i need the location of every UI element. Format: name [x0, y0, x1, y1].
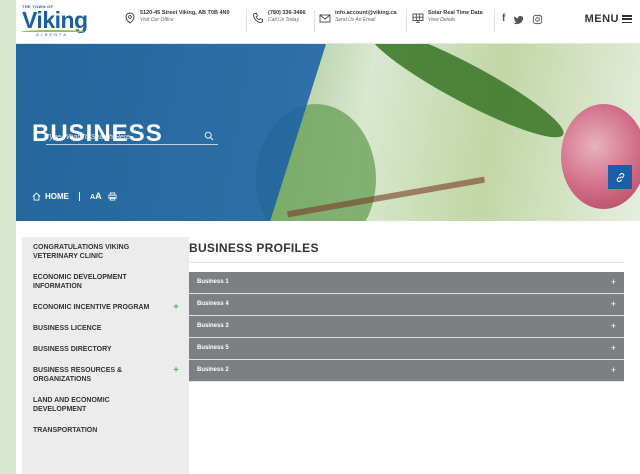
accordion-item-label: Business 5	[197, 345, 229, 351]
expand-icon: +	[610, 299, 616, 309]
email-text: info.account@viking.ca	[335, 10, 397, 16]
page: THE TOWN OF Viking ALBERTA 5120-45 Stree…	[16, 0, 640, 474]
sidebar-item-economic-incentive-program[interactable]: ECONOMIC INCENTIVE PROGRAM +	[22, 297, 189, 318]
facebook-icon[interactable]: f	[502, 13, 505, 25]
divider	[406, 10, 407, 32]
sidebar-item-label: TRANSPORTATION	[33, 427, 98, 434]
sidebar-item-label: CONGRATULATIONS VIKING VETERINARY CLINIC	[33, 244, 130, 260]
divider	[189, 262, 624, 263]
solar-info[interactable]: Solar Real Time Data View Details	[412, 10, 483, 34]
address-text: 5120-45 Street Viking, AB T0B 4N0	[140, 10, 230, 16]
divider	[494, 10, 495, 32]
location-pin-icon	[125, 12, 135, 24]
search-input[interactable]	[46, 131, 196, 143]
print-icon[interactable]	[108, 191, 117, 201]
sidebar-item-label: BUSINESS DIRECTORY	[33, 346, 112, 353]
accordion-item-label: Business 2	[197, 367, 229, 373]
solar-subtext: View Details	[428, 17, 456, 23]
sidebar-item-business-resources[interactable]: BUSINESS RESOURCES & ORGANIZATIONS +	[22, 360, 189, 390]
sidebar-item-land-and-economic-development[interactable]: LAND AND ECONOMIC DEVELOPMENT	[22, 390, 189, 420]
phone-info[interactable]: (780) 336-3466 Call Us Today	[252, 10, 306, 34]
expand-icon[interactable]: +	[173, 366, 179, 376]
envelope-icon	[319, 14, 331, 23]
sidebar-item-veterinary-clinic[interactable]: CONGRATULATIONS VIKING VETERINARY CLINIC	[22, 237, 189, 267]
sidebar-nav: CONGRATULATIONS VIKING VETERINARY CLINIC…	[22, 237, 189, 474]
logo-sub-text: ALBERTA	[36, 32, 68, 37]
hero-banner: BUSINESS HOME AA	[16, 44, 640, 221]
divider	[314, 10, 315, 32]
accordion-item[interactable]: Business 4 +	[189, 294, 624, 316]
accordion-item[interactable]: Business 1 +	[189, 272, 624, 294]
section-title: BUSINESS PROFILES	[189, 241, 319, 255]
business-profiles-accordion: Business 1 + Business 4 + Business 3 + Busi…	[189, 272, 624, 382]
sidebar-item-label: LAND AND ECONOMIC DEVELOPMENT	[33, 397, 110, 413]
sidebar-item-business-directory[interactable]: BUSINESS DIRECTORY	[22, 339, 189, 360]
expand-icon[interactable]: +	[173, 303, 179, 313]
breadcrumb: HOME AA	[32, 191, 117, 201]
email-info[interactable]: info.account@viking.ca Send Us An Email	[319, 10, 397, 34]
solar-panel-icon	[412, 13, 424, 23]
address-info[interactable]: 5120-45 Street Viking, AB T0B 4N0 Visit …	[124, 10, 230, 34]
expand-icon: +	[610, 321, 616, 331]
sidebar-item-transportation[interactable]: TRANSPORTATION	[22, 420, 189, 441]
divider	[246, 10, 247, 32]
site-logo[interactable]: THE TOWN OF Viking ALBERTA	[22, 4, 92, 38]
link-icon	[616, 172, 624, 182]
accordion-item[interactable]: Business 3 +	[189, 316, 624, 338]
sidebar-item-label: ECONOMIC INCENTIVE PROGRAM	[33, 304, 150, 311]
solar-text: Solar Real Time Data	[428, 10, 483, 16]
sidebar-item-label: ECONOMIC DEVELOPMENT INFORMATION	[33, 274, 127, 290]
font-size-control[interactable]: AA	[90, 191, 102, 201]
expand-icon: +	[610, 365, 616, 375]
menu-label: MENU	[584, 13, 619, 25]
accordion-item[interactable]: Business 2 +	[189, 360, 624, 382]
search-icon[interactable]	[204, 131, 214, 141]
accordion-item[interactable]: Business 5 +	[189, 338, 624, 360]
site-header: THE TOWN OF Viking ALBERTA 5120-45 Stree…	[16, 0, 640, 44]
breadcrumb-home[interactable]: HOME	[45, 192, 69, 201]
home-icon	[32, 191, 41, 201]
social-links: f	[502, 13, 543, 25]
sidebar-item-label: BUSINESS LICENCE	[33, 325, 102, 332]
sidebar-item-economic-development-information[interactable]: ECONOMIC DEVELOPMENT INFORMATION	[22, 267, 189, 297]
sidebar-item-label: BUSINESS RESOURCES & ORGANIZATIONS	[33, 367, 123, 383]
accordion-item-label: Business 1	[197, 279, 229, 285]
phone-icon	[253, 13, 263, 23]
sidebar-item-business-licence[interactable]: BUSINESS LICENCE	[22, 318, 189, 339]
share-link-button[interactable]	[608, 165, 632, 189]
divider	[79, 191, 80, 201]
hero-image-leaf	[359, 44, 573, 152]
address-subtext: Visit Our Office	[140, 17, 174, 23]
hero-image-flower	[561, 104, 640, 209]
twitter-icon[interactable]	[513, 14, 524, 25]
expand-icon: +	[610, 277, 616, 287]
accordion-item-label: Business 3	[197, 323, 229, 329]
email-subtext: Send Us An Email	[335, 17, 376, 23]
hamburger-icon	[622, 15, 632, 23]
phone-text: (780) 336-3466	[268, 10, 306, 16]
menu-button[interactable]: MENU	[585, 13, 632, 25]
expand-icon: +	[610, 343, 616, 353]
search-bar	[46, 129, 218, 145]
instagram-icon[interactable]	[532, 14, 543, 25]
phone-subtext: Call Us Today	[268, 17, 299, 23]
accordion-item-label: Business 4	[197, 301, 229, 307]
